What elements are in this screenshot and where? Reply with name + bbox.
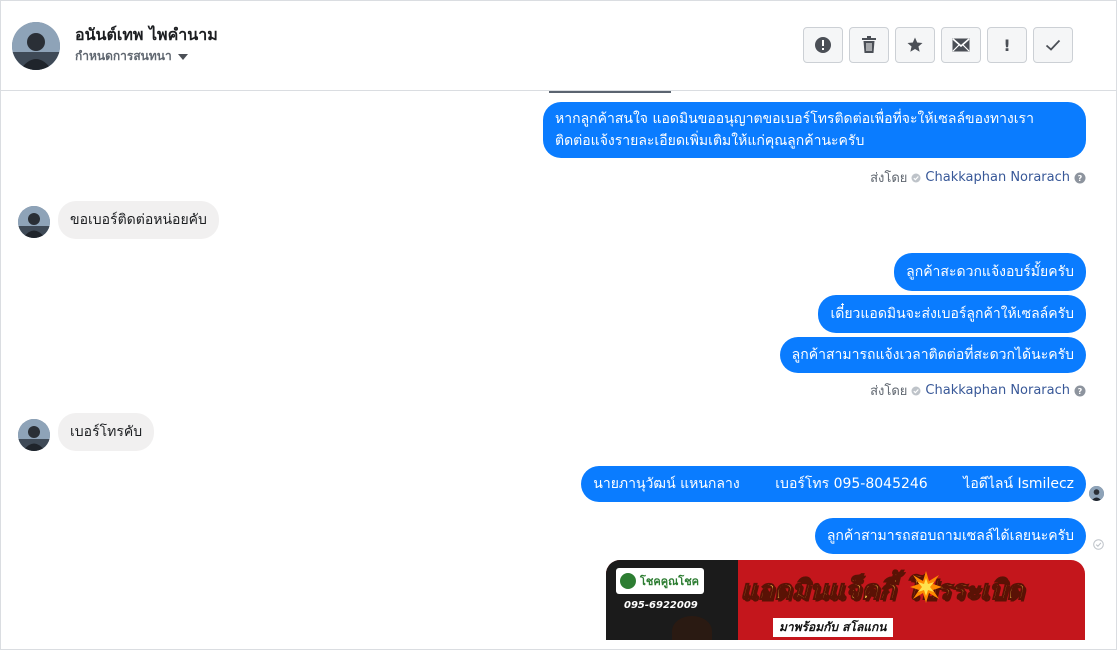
assign-conversation-label: กำหนดการสนทนา: [75, 49, 172, 63]
sent-by-info: ส่งโดย Chakkaphan Norarach ?: [870, 380, 1086, 401]
trash-icon: [862, 36, 876, 53]
done-button[interactable]: [1033, 27, 1073, 63]
caret-down-icon: [177, 53, 188, 60]
previous-image-attachment[interactable]: [549, 91, 671, 93]
banner-person-photo: [672, 616, 712, 640]
message-outgoing[interactable]: ลูกค้าสะดวกแจ้งอบร์มั้ยครับ: [894, 253, 1086, 291]
conversation-actions: !: [803, 27, 1073, 63]
star-icon: [907, 37, 923, 52]
messenger-window: อนันต์เทพ ไพคำนาม กำหนดการสนทนา ! หากลูก…: [0, 0, 1117, 650]
verified-icon: [911, 386, 921, 395]
mark-unread-button[interactable]: [941, 27, 981, 63]
envelope-icon: [952, 38, 970, 52]
star-button[interactable]: [895, 27, 935, 63]
banner-logo-text: โชคคูณโชค: [640, 575, 700, 588]
message-incoming[interactable]: เบอร์โทรคับ: [58, 413, 155, 451]
message-outgoing[interactable]: เดี๋ยวแอดมินจะส่งเบอร์ลูกค้าให้เซลล์ครับ: [818, 295, 1086, 333]
message-outgoing[interactable]: หากลูกค้าสนใจ แอดมินขออนุญาตขอเบอร์โทรติ…: [543, 102, 1086, 158]
conversation-thread[interactable]: หากลูกค้าสนใจ แอดมินขออนุญาตขอเบอร์โทรติ…: [1, 91, 1107, 649]
alert-circle-icon: [815, 37, 831, 53]
sent-by-label: ส่งโดย: [870, 171, 908, 186]
contact-name[interactable]: อนันต์เทพ ไพคำนาม: [75, 23, 218, 48]
sent-status-icon: [1093, 539, 1104, 550]
explosion-icon: [910, 571, 942, 603]
sent-by-info: ส่งโดย Chakkaphan Norarach ?: [870, 167, 1086, 188]
message-outgoing[interactable]: นายภานุวัฒน์ แหนกลาง เบอร์โทร 095-804524…: [581, 466, 1086, 502]
sender-name[interactable]: Chakkaphan Norarach: [925, 170, 1070, 185]
svg-text:?: ?: [1078, 387, 1083, 396]
banner-phone: 095-6922009: [624, 600, 698, 611]
assign-conversation-dropdown[interactable]: กำหนดการสนทนา: [75, 47, 188, 66]
delete-button[interactable]: [849, 27, 889, 63]
banner-title: แอดมินแจ็คกี้ โปรระเบิด: [740, 575, 1024, 607]
sender-name[interactable]: Chakkaphan Norarach: [925, 383, 1070, 398]
message-incoming[interactable]: ขอเบอร์ติดต่อหน่อยคับ: [58, 201, 219, 239]
banner-subtitle: มาพร้อมกับ สโลแกน: [773, 618, 893, 637]
contact-avatar[interactable]: [12, 22, 60, 70]
contact-avatar-small[interactable]: [18, 419, 50, 451]
sent-by-label: ส่งโดย: [870, 384, 908, 399]
message-outgoing[interactable]: ลูกค้าสามารถแจ้งเวลาติดต่อที่สะดวกได้นะค…: [779, 337, 1086, 373]
banner-logo: โชคคูณโชค: [616, 568, 704, 594]
verified-icon: [911, 173, 921, 182]
image-attachment-banner[interactable]: โชคคูณโชค 095-6922009 แอดมินแจ็คกี้ โปรร…: [606, 560, 1085, 640]
conversation-header: อนันต์เทพ ไพคำนาม กำหนดการสนทนา !: [1, 1, 1116, 91]
help-icon[interactable]: ?: [1074, 172, 1086, 184]
message-outgoing[interactable]: ลูกค้าสามารถสอบถามเซลล์ได้เลยนะครับ: [814, 518, 1086, 554]
exclamation-icon: !: [1003, 35, 1011, 55]
spam-button[interactable]: [803, 27, 843, 63]
svg-text:?: ?: [1078, 174, 1083, 183]
message-text-line: หากลูกค้าสนใจ แอดมินขออนุญาตขอเบอร์โทรติ…: [555, 111, 1034, 127]
important-button[interactable]: !: [987, 27, 1027, 63]
help-icon[interactable]: ?: [1074, 385, 1086, 397]
message-text-line: ติดต่อแจ้งรายละเอียดเพิ่มเติมให้แก่คุณลู…: [555, 133, 865, 149]
seen-avatar: [1089, 486, 1104, 501]
leaf-logo-icon: [620, 573, 636, 589]
checkmark-icon: [1045, 39, 1061, 51]
contact-avatar-small[interactable]: [18, 206, 50, 238]
